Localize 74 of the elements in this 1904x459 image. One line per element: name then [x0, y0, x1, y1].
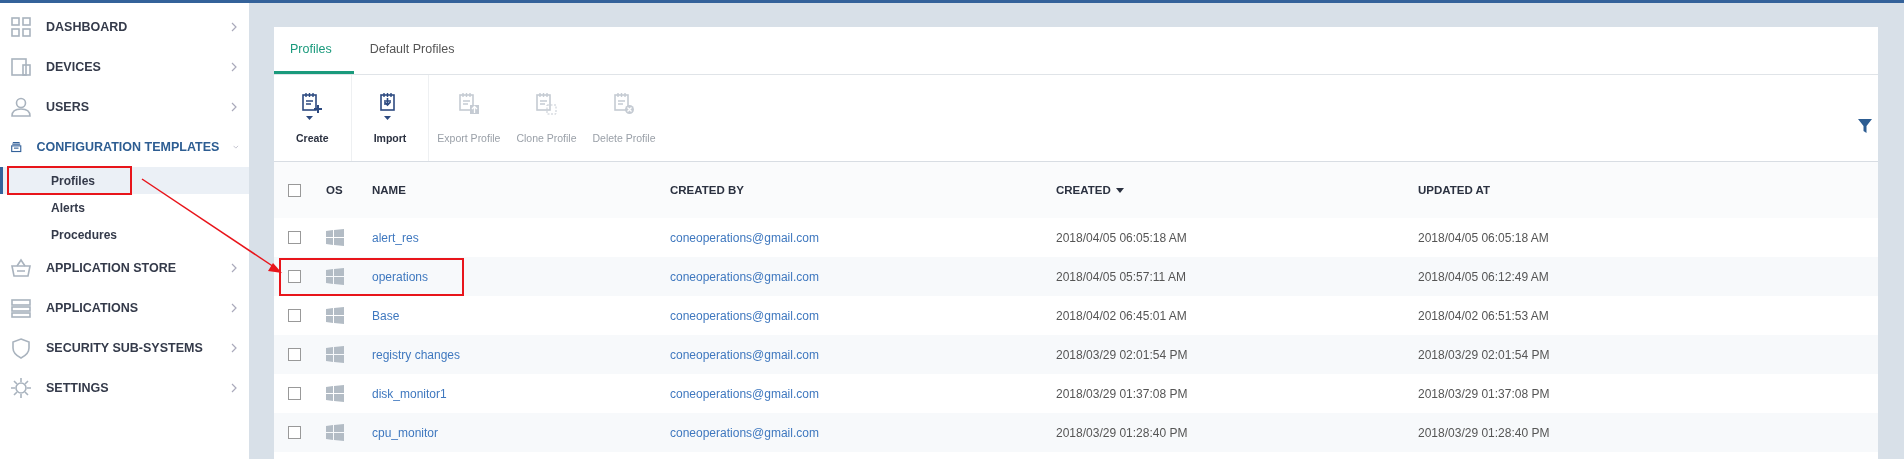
profile-name-link[interactable]: disk_monitor1: [372, 386, 670, 401]
column-header[interactable]: UPDATED AT: [1418, 184, 1878, 196]
windows-icon: [326, 424, 344, 441]
create-icon: [300, 92, 325, 122]
sort-icon: [1115, 187, 1124, 193]
table-cell-text: 2018/04/05 06:12:49 AM: [1418, 269, 1550, 284]
sidebar-item[interactable]: APPLICATIONS: [0, 288, 249, 328]
table-cell-text: 2018/03/29 02:01:54 PM: [1056, 347, 1189, 362]
row-checkbox[interactable]: [288, 348, 301, 361]
table-cell-text: 2018/04/02 06:51:53 AM: [1418, 308, 1550, 323]
chevron-icon: [229, 102, 239, 112]
table-cell-text: 2018/04/05 05:57:11 AM: [1056, 269, 1187, 284]
sidebar-item[interactable]: SETTINGS: [0, 368, 249, 408]
column-header[interactable]: CREATED BY: [670, 184, 1056, 196]
creator-email-link[interactable]: coneoperations@gmail.com: [670, 425, 1056, 440]
table-cell-text: 2018/04/02 06:45:01 AM: [1056, 308, 1188, 323]
tab[interactable]: Profiles: [274, 27, 354, 74]
tab[interactable]: Default Profiles: [353, 27, 477, 74]
sidebar-item[interactable]: CONFIGURATION TEMPLATES: [0, 127, 249, 167]
basket-icon: [10, 257, 32, 279]
shield-icon: [10, 337, 32, 359]
gear-icon: [10, 377, 32, 399]
devices-icon: [10, 56, 32, 78]
sidebar-item[interactable]: SECURITY SUB-SYSTEMS: [0, 328, 249, 368]
row-checkbox[interactable]: [288, 387, 301, 400]
row-checkbox[interactable]: [288, 309, 301, 322]
sidebar-item[interactable]: DASHBOARD: [0, 7, 249, 47]
toolbar-button[interactable]: Create: [274, 75, 352, 161]
creator-email-link[interactable]: coneoperations@gmail.com: [670, 230, 1056, 245]
chevron-icon: [229, 22, 239, 32]
table-cell-text: 2018/03/29 01:37:08 PM: [1418, 386, 1551, 401]
table-cell-text: 2018/03/29 01:37:08 PM: [1056, 386, 1189, 401]
table-cell-text: 2018/04/05 06:05:18 AM: [1418, 230, 1550, 245]
chevron-icon: [229, 263, 239, 273]
sidebar-subitem[interactable]: Procedures: [0, 221, 249, 248]
profile-name-link[interactable]: alert_res: [372, 230, 670, 245]
filter-icon[interactable]: [1858, 119, 1872, 133]
windows-icon: [326, 385, 344, 402]
table-cell-text: 2018/04/05 06:05:18 AM: [1056, 230, 1188, 245]
profile-name-link[interactable]: cpu_monitor: [372, 425, 670, 440]
windows-icon: [326, 268, 344, 285]
chevron-icon: [229, 303, 239, 313]
profile-name-link[interactable]: operations: [372, 269, 670, 284]
table-cell-text: 2018/03/29 02:01:54 PM: [1418, 347, 1551, 362]
row-checkbox[interactable]: [288, 270, 301, 283]
user-icon: [10, 96, 32, 118]
column-header[interactable]: NAME: [372, 184, 670, 196]
creator-email-link[interactable]: coneoperations@gmail.com: [670, 269, 1056, 284]
chevron-icon: [229, 383, 239, 393]
toolbar-button[interactable]: Import: [351, 75, 430, 161]
windows-icon: [326, 346, 344, 363]
windows-icon: [326, 307, 344, 324]
servers-icon: [10, 297, 32, 319]
creator-email-link[interactable]: coneoperations@gmail.com: [670, 386, 1056, 401]
chevron-icon: [229, 62, 239, 72]
grid-icon: [10, 16, 32, 38]
row-checkbox[interactable]: [288, 426, 301, 439]
creator-email-link[interactable]: coneoperations@gmail.com: [670, 347, 1056, 362]
sidebar-item[interactable]: DEVICES: [0, 47, 249, 87]
sidebar-item[interactable]: APPLICATION STORE: [0, 248, 249, 288]
sidebar-item[interactable]: USERS: [0, 87, 249, 127]
table-cell-text: 2018/03/29 01:28:40 PM: [1056, 425, 1189, 440]
column-header[interactable]: OS: [326, 184, 372, 196]
table-cell-text: 2018/03/29 01:28:40 PM: [1418, 425, 1551, 440]
row-checkbox[interactable]: [288, 231, 301, 244]
select-all-checkbox[interactable]: [288, 183, 301, 197]
column-header[interactable]: CREATED: [1056, 184, 1418, 196]
chevron-icon: [229, 343, 239, 353]
sidebar-subitem[interactable]: Profiles: [0, 167, 249, 194]
sidebar-subitem[interactable]: Alerts: [0, 194, 249, 221]
creator-email-link[interactable]: coneoperations@gmail.com: [670, 308, 1056, 323]
profile-name-link[interactable]: registry changes: [372, 347, 670, 362]
windows-icon: [326, 229, 344, 246]
profile-name-link[interactable]: Base: [372, 308, 670, 323]
